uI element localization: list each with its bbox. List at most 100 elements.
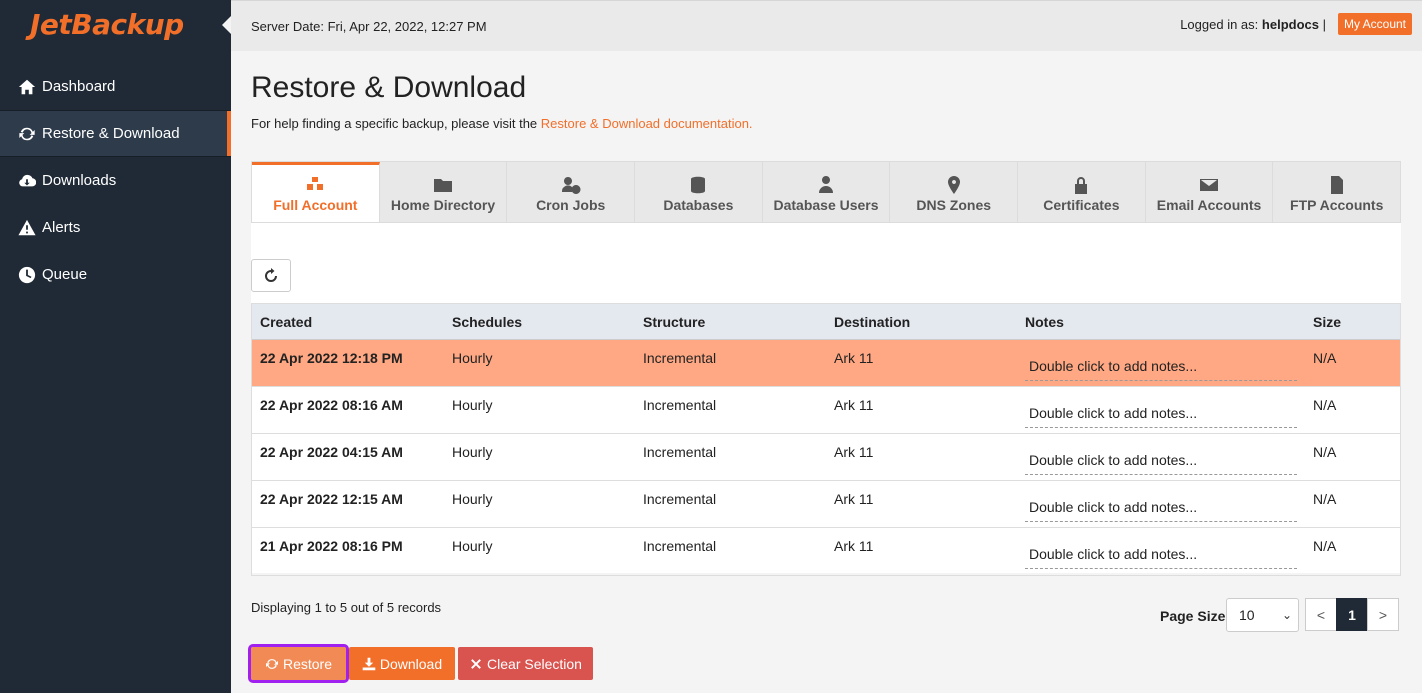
table-header: Created Schedules Structure Destination …: [252, 304, 1400, 340]
tab-ftp-accounts[interactable]: FTP Accounts: [1273, 162, 1400, 222]
table-row[interactable]: 22 Apr 2022 08:16 AM Hourly Incremental …: [252, 387, 1400, 434]
warning-icon: [16, 218, 38, 238]
lock-icon: [1075, 177, 1088, 194]
pagination-next[interactable]: >: [1367, 598, 1399, 631]
destination-cell: Ark 11: [834, 350, 874, 366]
clock-icon: [16, 265, 38, 285]
schedules-cell: Hourly: [452, 491, 493, 507]
notes-field[interactable]: Double click to add notes...: [1025, 354, 1297, 381]
tab-label: Database Users: [773, 197, 879, 213]
column-header-destination[interactable]: Destination: [826, 314, 1017, 330]
sidebar-item-label: Restore & Download: [42, 125, 180, 142]
notes-cell: Double click to add notes...: [1017, 340, 1305, 386]
tab-label: Databases: [663, 197, 734, 213]
close-icon: [471, 658, 481, 669]
notes-field[interactable]: Double click to add notes...: [1025, 448, 1297, 475]
table-row[interactable]: 22 Apr 2022 04:15 AM Hourly Incremental …: [252, 434, 1400, 481]
sidebar-item-dashboard[interactable]: Dashboard: [0, 63, 231, 110]
size-cell: N/A: [1313, 538, 1337, 554]
sidebar-item-restore-download[interactable]: Restore & Download: [0, 110, 231, 157]
structure-cell: Incremental: [643, 538, 717, 554]
sidebar-item-queue[interactable]: Queue: [0, 251, 231, 298]
restore-label: Restore: [282, 655, 333, 672]
sidebar-item-alerts[interactable]: Alerts: [0, 204, 231, 251]
help-prefix: For help finding a specific backup, plea…: [251, 116, 538, 131]
top-bar: Server Date: Fri, Apr 22, 2022, 12:27 PM…: [231, 0, 1422, 51]
destination-cell: Ark 11: [834, 444, 874, 460]
tab-label: Home Directory: [390, 197, 496, 213]
refresh-icon: [265, 267, 277, 282]
tab-label: Email Accounts: [1156, 197, 1262, 213]
tab-email-accounts[interactable]: Email Accounts: [1146, 162, 1274, 222]
pagination-prev[interactable]: <: [1305, 598, 1337, 631]
created-cell: 22 Apr 2022 12:15 AM: [260, 491, 403, 507]
table-row[interactable]: 22 Apr 2022 12:18 PM Hourly Incremental …: [252, 340, 1400, 387]
cubes-icon: [307, 177, 324, 190]
table-row[interactable]: 21 Apr 2022 08:16 PM Hourly Incremental …: [252, 528, 1400, 575]
created-cell: 21 Apr 2022 08:16 PM: [260, 538, 403, 554]
user-clock-icon: [561, 177, 581, 194]
my-account-button[interactable]: My Account: [1337, 13, 1412, 35]
created-cell: 22 Apr 2022 08:16 AM: [260, 397, 403, 413]
tab-database-users[interactable]: Database Users: [763, 162, 891, 222]
folder-icon: [434, 179, 452, 192]
cloud-download-icon: [16, 171, 38, 191]
created-cell: 22 Apr 2022 04:15 AM: [260, 444, 403, 460]
destination-cell: Ark 11: [834, 538, 874, 554]
chevron-down-icon: ⌄: [1281, 608, 1292, 622]
restore-button[interactable]: Restore: [248, 644, 349, 683]
tab-certificates[interactable]: Certificates: [1018, 162, 1146, 222]
schedules-cell: Hourly: [452, 538, 493, 554]
jetbackup-logo[interactable]: JetBackup: [30, 8, 184, 41]
pagination-page-1[interactable]: 1: [1336, 598, 1368, 631]
table-row[interactable]: 22 Apr 2022 12:15 AM Hourly Incremental …: [252, 481, 1400, 528]
tab-label: DNS Zones: [916, 197, 992, 213]
pagination: < 1 >: [1305, 598, 1399, 631]
documentation-link[interactable]: Restore & Download documentation.: [541, 116, 753, 131]
envelope-icon: [1200, 179, 1219, 191]
home-icon: [16, 77, 38, 97]
login-separator: |: [1322, 17, 1326, 32]
tab-full-account[interactable]: Full Account: [252, 162, 380, 222]
schedules-cell: Hourly: [452, 444, 493, 460]
tab-cron-jobs[interactable]: Cron Jobs: [507, 162, 636, 222]
database-icon: [691, 176, 706, 194]
tab-home-directory[interactable]: Home Directory: [380, 162, 508, 222]
column-header-structure[interactable]: Structure: [635, 314, 826, 330]
main-content: Restore & Download For help finding a sp…: [231, 51, 1422, 693]
page-size-select[interactable]: 10 ⌄: [1226, 598, 1299, 632]
notes-field[interactable]: Double click to add notes...: [1025, 495, 1297, 522]
column-header-size[interactable]: Size: [1305, 314, 1400, 330]
login-info: Logged in as: helpdocs |: [1180, 17, 1326, 32]
column-header-notes[interactable]: Notes: [1017, 314, 1305, 330]
column-header-schedules[interactable]: Schedules: [444, 314, 635, 330]
user-tie-icon: [819, 176, 834, 193]
backups-table: Created Schedules Structure Destination …: [251, 303, 1401, 576]
refresh-button[interactable]: [251, 259, 291, 292]
sidebar-collapse-notch: [222, 16, 231, 34]
records-count: Displaying 1 to 5 out of 5 records: [251, 600, 442, 615]
action-buttons: Restore Download Clear Selection: [248, 644, 596, 683]
help-text: For help finding a specific backup, plea…: [251, 116, 753, 131]
notes-cell: Double click to add notes...: [1017, 481, 1305, 527]
schedules-cell: Hourly: [452, 397, 493, 413]
notes-field[interactable]: Double click to add notes...: [1025, 542, 1297, 569]
map-marker-icon: [947, 176, 960, 194]
clear-selection-button[interactable]: Clear Selection: [458, 647, 593, 680]
notes-field[interactable]: Double click to add notes...: [1025, 401, 1297, 428]
refresh-icon: [16, 124, 38, 144]
column-header-created[interactable]: Created: [252, 314, 444, 330]
destination-cell: Ark 11: [834, 397, 874, 413]
notes-cell: Double click to add notes...: [1017, 528, 1305, 575]
sidebar-item-label: Dashboard: [42, 78, 116, 95]
sidebar-item-downloads[interactable]: Downloads: [0, 157, 231, 204]
tab-databases[interactable]: Databases: [635, 162, 763, 222]
sidebar-item-label: Alerts: [42, 219, 81, 236]
sidebar-item-label: Downloads: [42, 172, 117, 189]
download-button[interactable]: Download: [349, 647, 455, 680]
sidebar-nav: Dashboard Restore & Download Downloads A…: [0, 63, 231, 298]
file-icon: [1330, 176, 1343, 194]
clear-selection-label: Clear Selection: [487, 655, 582, 672]
tab-dns-zones[interactable]: DNS Zones: [890, 162, 1019, 222]
page-title: Restore & Download: [251, 71, 527, 104]
